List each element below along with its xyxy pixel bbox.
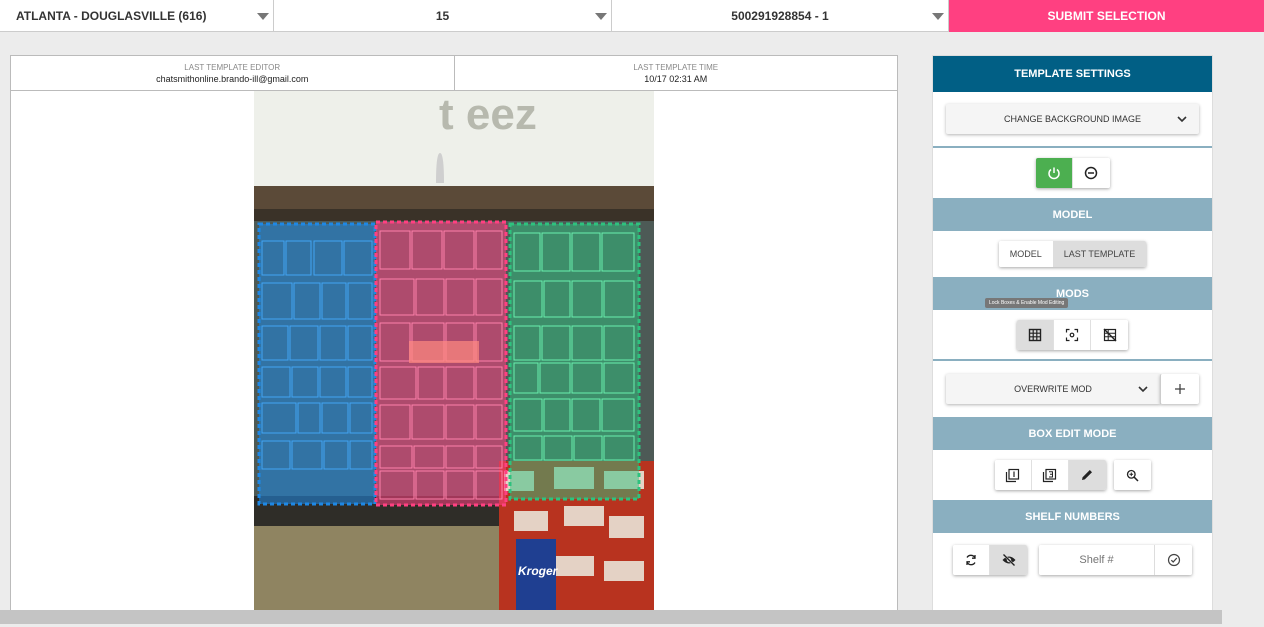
filter-one-button[interactable] (994, 460, 1032, 490)
confirm-shelf-button[interactable] (1155, 545, 1192, 575)
mod-mode-label: OVERWRITE MOD (1014, 384, 1092, 394)
shelf-number-input[interactable] (1039, 545, 1155, 575)
chevron-down-icon (595, 13, 607, 20)
shelf-toggle-group (953, 545, 1027, 575)
zoom-group (1113, 460, 1151, 490)
change-background-label: CHANGE BACKGROUND IMAGE (1003, 114, 1142, 124)
number-select[interactable]: 15 (274, 0, 612, 32)
grid-off-icon (1103, 328, 1116, 341)
grid-off-button[interactable] (1091, 319, 1128, 350)
mods-toggle-group (1017, 319, 1128, 350)
grid-icon (1028, 328, 1042, 341)
zone-blue (257, 222, 377, 506)
chevron-down-icon (1138, 386, 1148, 393)
hide-shelf-numbers-button[interactable] (990, 545, 1027, 575)
last-editor-value: chatsmithonline.brando-ill@gmail.com (156, 73, 309, 84)
mods-section-header: MODS Lock Boxes & Enable Mod Editing (933, 277, 1212, 310)
kroger-logo-text: Kroger (518, 564, 559, 578)
power-icon (1047, 167, 1060, 180)
shelf-photo-canvas[interactable]: t eez Kroger (254, 91, 654, 611)
template-settings-panel: TEMPLATE SETTINGS CHANGE BACKGROUND IMAG… (932, 55, 1213, 615)
model-tab[interactable]: MODEL (998, 241, 1053, 267)
chevron-down-icon (1177, 116, 1187, 123)
disable-button[interactable] (1072, 158, 1110, 188)
store-select[interactable]: ATLANTA - DOUGLASVILLE (616) (0, 0, 274, 32)
edit-button[interactable] (1068, 460, 1106, 490)
center-focus-icon (1065, 328, 1079, 341)
id-select[interactable]: 500291928854 - 1 (612, 0, 949, 32)
horizontal-scrollbar[interactable] (0, 610, 1222, 624)
box-edit-mode-header: BOX EDIT MODE (933, 417, 1212, 450)
model-toggle-group: MODEL LAST TEMPLATE (998, 241, 1147, 267)
check-circle-icon (1167, 553, 1180, 567)
filter-3-icon (1042, 468, 1057, 482)
last-time-cell: LAST TEMPLATE TIME 10/17 02:31 AM (453, 56, 898, 90)
last-time-value: 10/17 02:31 AM (644, 73, 708, 84)
submit-selection-button[interactable]: SUBMIT SELECTION (949, 0, 1264, 32)
shelf-numbers-header: SHELF NUMBERS (933, 500, 1212, 533)
chevron-down-icon (932, 13, 944, 20)
chevron-down-icon (257, 13, 269, 20)
minus-circle-icon (1084, 166, 1098, 180)
power-button[interactable] (1035, 158, 1073, 188)
focus-button[interactable] (1054, 319, 1091, 350)
zoom-button[interactable] (1113, 460, 1151, 490)
last-template-tab[interactable]: LAST TEMPLATE (1052, 241, 1147, 267)
template-settings-header: TEMPLATE SETTINGS (933, 56, 1212, 92)
filter-three-button[interactable] (1031, 460, 1069, 490)
add-mod-button[interactable] (1160, 374, 1199, 404)
box-edit-toggle-group (994, 460, 1106, 490)
last-editor-label: LAST TEMPLATE EDITOR (184, 62, 281, 72)
lock-grid-button[interactable] (1017, 319, 1054, 350)
pencil-icon (1082, 470, 1092, 480)
power-toggle-group (1035, 158, 1110, 188)
zoom-icon (1126, 469, 1139, 482)
template-card: LAST TEMPLATE EDITOR chatsmithonline.bra… (10, 55, 898, 615)
plus-icon (1175, 384, 1185, 394)
number-select-value: 15 (435, 9, 450, 23)
store-select-value: ATLANTA - DOUGLASVILLE (616) (16, 9, 207, 23)
id-select-value: 500291928854 - 1 (731, 9, 829, 23)
model-section-header: MODEL (933, 198, 1212, 231)
refresh-button[interactable] (953, 545, 990, 575)
zone-pink (374, 220, 508, 507)
top-bar: ATLANTA - DOUGLASVILLE (616) 15 50029192… (0, 0, 1264, 32)
filter-1-icon (1005, 468, 1020, 482)
last-time-label: LAST TEMPLATE TIME (633, 62, 719, 72)
mod-mode-dropdown[interactable]: OVERWRITE MOD (946, 374, 1160, 404)
template-info-header: LAST TEMPLATE EDITOR chatsmithonline.bra… (11, 56, 897, 91)
shelf-photo: t eez Kroger (254, 91, 654, 611)
eye-off-icon (1002, 553, 1015, 567)
change-background-dropdown[interactable]: CHANGE BACKGROUND IMAGE (946, 104, 1199, 134)
store-sign-text: t eez (439, 91, 537, 139)
mods-tooltip: Lock Boxes & Enable Mod Editing (985, 298, 1069, 308)
last-editor-cell: LAST TEMPLATE EDITOR chatsmithonline.bra… (11, 56, 454, 90)
shelf-input-group (1039, 545, 1192, 575)
refresh-icon (966, 554, 976, 566)
